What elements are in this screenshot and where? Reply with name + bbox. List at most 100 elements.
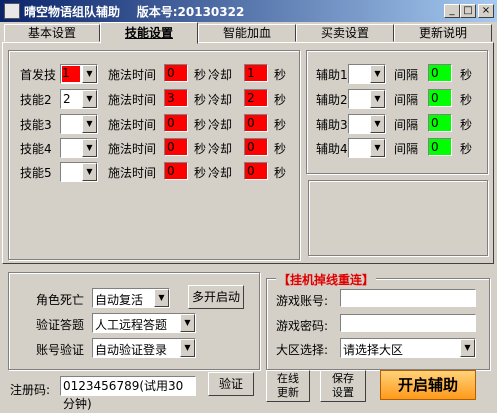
assist-key-select[interactable]: ▼ [348, 138, 386, 158]
skill-key-value: 2 [63, 92, 71, 106]
interval-sec-label: 秒 [460, 68, 473, 82]
account-verify-label: 账号验证 [36, 343, 85, 357]
skill-label: 技能5 [20, 166, 52, 180]
cast-label: 施法时间 [108, 166, 157, 180]
close-button[interactable]: × [478, 4, 494, 18]
game-account-label: 游戏账号: [276, 294, 329, 308]
cast-sec-label: 秒 [194, 142, 207, 156]
cast-time-field[interactable]: 0 [164, 162, 188, 180]
version-label: 版本号:20130322 [136, 5, 245, 19]
cooldown-field[interactable]: 0 [244, 162, 268, 180]
cooldown-label: 冷却 [208, 93, 233, 107]
skill-key-select[interactable]: 1 ▼ [60, 64, 98, 84]
interval-sec-label: 秒 [460, 142, 473, 156]
assist-label: 辅助2 [316, 93, 348, 107]
app-title: 晴空物语组队辅助 [24, 5, 121, 19]
cast-label: 施法时间 [108, 118, 157, 132]
cast-sec-label: 秒 [194, 118, 207, 132]
interval-field[interactable]: 0 [428, 138, 452, 156]
cooldown-sec-label: 秒 [274, 166, 287, 180]
interval-field[interactable]: 0 [428, 89, 452, 107]
chevron-down-icon: ▼ [180, 339, 195, 357]
game-password-input[interactable] [340, 314, 476, 332]
cast-sec-label: 秒 [194, 93, 207, 107]
cast-label: 施法时间 [108, 142, 157, 156]
chevron-down-icon: ▼ [370, 65, 385, 83]
assist-key-select[interactable]: ▼ [348, 64, 386, 84]
interval-field[interactable]: 0 [428, 64, 452, 82]
account-verify-value: 自动验证登录 [95, 343, 168, 357]
cooldown-field[interactable]: 1 [244, 64, 268, 82]
region-label: 大区选择: [276, 343, 329, 357]
tab-update-notes[interactable]: 更新说明 [394, 24, 492, 42]
skill-key-select[interactable]: ▼ [60, 114, 98, 134]
minimize-icon: _ [449, 5, 455, 16]
online-update-button[interactable]: 在线更新 [266, 370, 310, 402]
register-label: 注册码: [10, 383, 51, 397]
tab-basic-settings[interactable]: 基本设置 [4, 24, 100, 42]
maximize-icon: □ [463, 5, 473, 16]
cast-time-field[interactable]: 3 [164, 89, 188, 107]
skill-label: 首发技 [20, 68, 57, 82]
captcha-value: 人工远程答题 [95, 318, 168, 332]
assist-key-select[interactable]: ▼ [348, 114, 386, 134]
cooldown-field[interactable]: 2 [244, 89, 268, 107]
cooldown-label: 冷却 [208, 142, 233, 156]
cooldown-label: 冷却 [208, 118, 233, 132]
cast-time-field[interactable]: 0 [164, 138, 188, 156]
skill-key-select[interactable]: ▼ [60, 162, 98, 182]
register-code-input[interactable]: 0123456789(试用30分钟) [60, 376, 196, 411]
empty-group [308, 180, 488, 256]
save-settings-label: 保存设置 [332, 372, 354, 399]
interval-field[interactable]: 0 [428, 114, 452, 132]
skill-label: 技能2 [20, 93, 52, 107]
verify-button[interactable]: 验证 [208, 372, 254, 396]
chevron-down-icon: ▼ [460, 339, 475, 357]
save-settings-button[interactable]: 保存设置 [320, 370, 366, 402]
cast-sec-label: 秒 [194, 166, 207, 180]
maximize-button[interactable]: □ [460, 4, 476, 18]
skill-key-select[interactable]: 2 ▼ [60, 89, 98, 109]
death-select[interactable]: 自动复活 ▼ [92, 288, 170, 308]
interval-sec-label: 秒 [460, 118, 473, 132]
start-assist-button[interactable]: 开启辅助 [380, 370, 476, 400]
captcha-select[interactable]: 人工远程答题 ▼ [92, 313, 196, 333]
cooldown-sec-label: 秒 [274, 118, 287, 132]
region-value: 请选择大区 [343, 343, 404, 357]
skill-label: 技能3 [20, 118, 52, 132]
skill-key-value: 1 [62, 66, 80, 82]
assist-key-select[interactable]: ▼ [348, 89, 386, 109]
cooldown-field[interactable]: 0 [244, 114, 268, 132]
tab-trade-settings[interactable]: 买卖设置 [296, 24, 394, 42]
cast-time-field[interactable]: 0 [164, 114, 188, 132]
cooldown-field[interactable]: 0 [244, 138, 268, 156]
account-verify-select[interactable]: 自动验证登录 ▼ [92, 338, 196, 358]
cooldown-sec-label: 秒 [274, 68, 287, 82]
minimize-button[interactable]: _ [444, 4, 460, 18]
region-select[interactable]: 请选择大区 ▼ [340, 338, 476, 358]
reconnect-title: 【挂机掉线重连】 [276, 271, 377, 288]
interval-sec-label: 秒 [460, 93, 473, 107]
interval-label: 间隔 [394, 118, 419, 132]
game-account-input[interactable] [340, 289, 476, 307]
cooldown-sec-label: 秒 [274, 93, 287, 107]
tab-smart-heal[interactable]: 智能加血 [198, 24, 296, 42]
cast-time-field[interactable]: 0 [164, 64, 188, 82]
chevron-down-icon: ▼ [370, 115, 385, 133]
chevron-down-icon: ▼ [82, 163, 97, 181]
cooldown-sec-label: 秒 [274, 142, 287, 156]
chevron-down-icon: ▼ [82, 90, 97, 108]
cast-label: 施法时间 [108, 68, 157, 82]
skill-key-select[interactable]: ▼ [60, 138, 98, 158]
chevron-down-icon: ▼ [154, 289, 169, 307]
cooldown-label: 冷却 [208, 166, 233, 180]
interval-label: 间隔 [394, 93, 419, 107]
interval-label: 间隔 [394, 142, 419, 156]
window-title: 晴空物语组队辅助 版本号:20130322 [24, 3, 244, 20]
multi-launch-button[interactable]: 多开启动 [188, 285, 244, 309]
chevron-down-icon: ▼ [82, 115, 97, 133]
close-icon: × [481, 5, 491, 16]
app-icon [4, 3, 20, 19]
tab-skill-settings[interactable]: 技能设置 [100, 22, 198, 44]
chevron-down-icon: ▼ [180, 314, 195, 332]
